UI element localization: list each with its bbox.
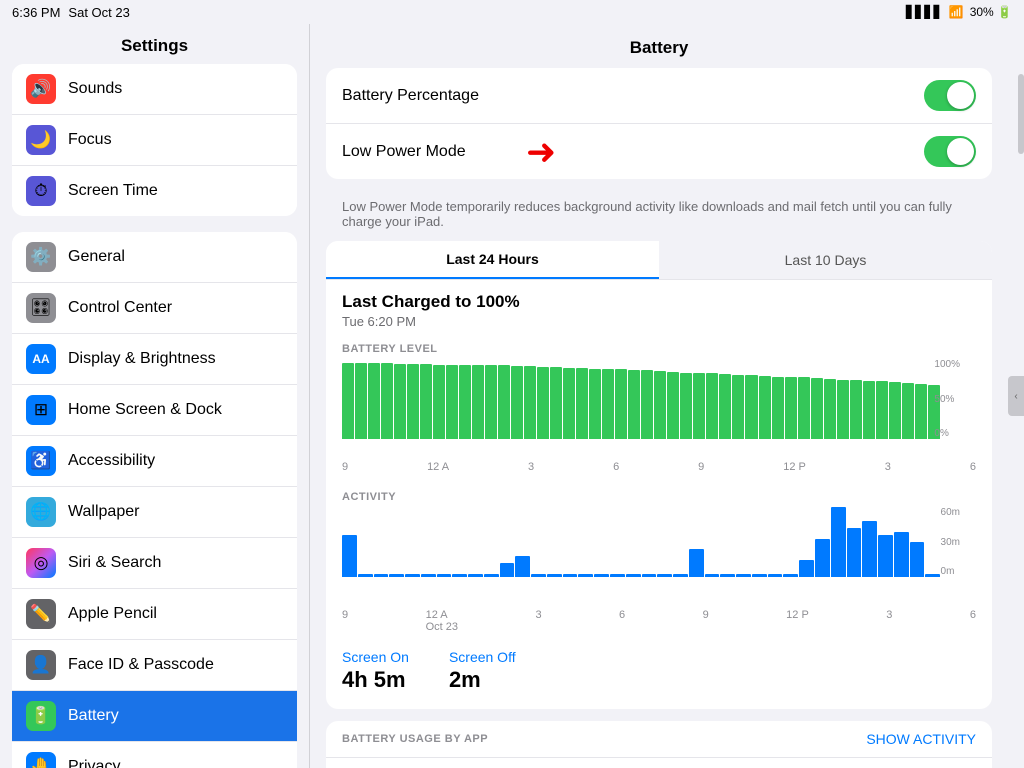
battery-percentage-toggle[interactable] xyxy=(924,80,976,111)
app-row-netflix: N Netflix Audio 70% xyxy=(326,758,992,768)
activity-x-labels: 9 12 AOct 23 3 6 9 12 P 3 6 xyxy=(326,607,992,641)
battery-label: Battery xyxy=(68,707,119,725)
home-screen-label: Home Screen & Dock xyxy=(68,401,222,419)
face-id-label: Face ID & Passcode xyxy=(68,656,214,674)
usage-title: BATTERY USAGE BY APP xyxy=(342,733,488,745)
screen-time-label: Screen Time xyxy=(68,182,158,200)
scroll-handle[interactable] xyxy=(1018,74,1024,154)
sidebar-item-home-screen[interactable]: ⊞ Home Screen & Dock xyxy=(12,385,297,436)
privacy-icon: 🤚 xyxy=(26,752,56,768)
wallpaper-icon: 🌐 xyxy=(26,497,56,527)
time-range-tabs: Last 24 Hours Last 10 Days xyxy=(326,241,992,280)
sounds-label: Sounds xyxy=(68,80,122,98)
sidebar-item-focus[interactable]: 🌙 Focus xyxy=(12,115,297,166)
battery-toggles-card: Battery Percentage Low Power Mode ➜ xyxy=(326,68,992,179)
display-label: Display & Brightness xyxy=(68,350,216,368)
status-icons: ▋▋▋▋ 📶 30% 🔋 xyxy=(906,5,1012,19)
battery-percentage-row: Battery Percentage xyxy=(326,68,992,124)
content-title: Battery xyxy=(310,24,1008,68)
screen-off-label: Screen Off xyxy=(449,649,516,665)
sidebar-item-siri[interactable]: ◎ Siri & Search xyxy=(12,538,297,589)
sidebar-item-privacy[interactable]: 🤚 Privacy xyxy=(12,742,297,768)
activity-chart: 60m 30m 0m xyxy=(326,507,992,607)
sidebar-section-2: ⚙️ General 🎛 Control Center AA Display &… xyxy=(12,232,297,768)
control-center-icon: 🎛 xyxy=(26,293,56,323)
face-id-icon: 👤 xyxy=(26,650,56,680)
screen-on-label: Screen On xyxy=(342,649,409,665)
siri-label: Siri & Search xyxy=(68,554,161,572)
sidebar-item-apple-pencil[interactable]: ✏️ Apple Pencil xyxy=(12,589,297,640)
battery-level-label: BATTERY LEVEL xyxy=(326,333,992,359)
status-time: 6:36 PM xyxy=(12,5,60,20)
sidebar-item-sounds[interactable]: 🔊 Sounds xyxy=(12,64,297,115)
battery-level-chart: 100% 50% 0% xyxy=(326,359,992,459)
scroll-area: ‹ xyxy=(1008,24,1024,768)
siri-icon: ◎ xyxy=(26,548,56,578)
display-icon: AA xyxy=(26,344,56,374)
sidebar-item-control-center[interactable]: 🎛 Control Center xyxy=(12,283,297,334)
charged-info: Last Charged to 100% Tue 6:20 PM xyxy=(326,280,992,333)
screen-off-stat: Screen Off 2m xyxy=(449,649,516,693)
sidebar-section-1: 🔊 Sounds 🌙 Focus ⏱ Screen Time xyxy=(12,64,297,216)
sidebar-item-display[interactable]: AA Display & Brightness xyxy=(12,334,297,385)
arrow-indicator: ➜ xyxy=(526,131,556,173)
sidebar-item-wallpaper[interactable]: 🌐 Wallpaper xyxy=(12,487,297,538)
battery-y-axis: 100% 50% 0% xyxy=(934,359,960,439)
battery-bars xyxy=(342,359,976,439)
tab-10d[interactable]: Last 10 Days xyxy=(659,241,992,279)
status-time-date: 6:36 PM Sat Oct 23 xyxy=(12,5,130,20)
content-area: Battery Battery Percentage Low Power Mod… xyxy=(310,24,1008,768)
battery-status: 30% 🔋 xyxy=(970,5,1012,19)
screen-stats: Screen On 4h 5m Screen Off 2m xyxy=(326,641,992,709)
sidebar-item-battery[interactable]: 🔋 Battery xyxy=(12,691,297,742)
status-date: Sat Oct 23 xyxy=(68,5,129,20)
battery-percentage-label: Battery Percentage xyxy=(342,87,479,105)
sidebar-collapse-handle[interactable]: ‹ xyxy=(1008,376,1024,416)
screen-on-stat: Screen On 4h 5m xyxy=(342,649,409,693)
privacy-label: Privacy xyxy=(68,758,120,768)
screen-on-value: 4h 5m xyxy=(342,667,409,693)
low-power-description: Low Power Mode temporarily reduces backg… xyxy=(326,191,992,241)
accessibility-label: Accessibility xyxy=(68,452,155,470)
screen-time-icon: ⏱ xyxy=(26,176,56,206)
screen-off-value: 2m xyxy=(449,667,516,693)
charged-title: Last Charged to 100% xyxy=(342,292,976,312)
show-activity-button[interactable]: SHOW ACTIVITY xyxy=(866,731,976,747)
control-center-label: Control Center xyxy=(68,299,172,317)
wifi-icon: 📶 xyxy=(949,5,964,19)
focus-label: Focus xyxy=(68,131,112,149)
sidebar: Settings 🔊 Sounds 🌙 Focus ⏱ Screen Time … xyxy=(0,24,310,768)
low-power-toggle[interactable] xyxy=(924,136,976,167)
apple-pencil-icon: ✏️ xyxy=(26,599,56,629)
status-bar: 6:36 PM Sat Oct 23 ▋▋▋▋ 📶 30% 🔋 xyxy=(0,0,1024,24)
activity-bars xyxy=(342,507,976,577)
accessibility-icon: ♿ xyxy=(26,446,56,476)
home-screen-icon: ⊞ xyxy=(26,395,56,425)
usage-header: BATTERY USAGE BY APP SHOW ACTIVITY xyxy=(326,721,992,758)
sounds-icon: 🔊 xyxy=(26,74,56,104)
battery-icon: 🔋 xyxy=(26,701,56,731)
tab-24h[interactable]: Last 24 Hours xyxy=(326,241,659,279)
apple-pencil-label: Apple Pencil xyxy=(68,605,157,623)
sidebar-item-general[interactable]: ⚙️ General xyxy=(12,232,297,283)
charged-sub: Tue 6:20 PM xyxy=(342,314,976,329)
battery-x-labels: 9 12 A 3 6 9 12 P 3 6 xyxy=(326,459,992,481)
general-icon: ⚙️ xyxy=(26,242,56,272)
battery-chart-card: Last 24 Hours Last 10 Days Last Charged … xyxy=(326,241,992,709)
low-power-row: Low Power Mode ➜ xyxy=(326,124,992,179)
sidebar-item-accessibility[interactable]: ♿ Accessibility xyxy=(12,436,297,487)
activity-label: ACTIVITY xyxy=(326,481,992,507)
activity-y-axis: 60m 30m 0m xyxy=(941,507,960,577)
sidebar-item-face-id[interactable]: 👤 Face ID & Passcode xyxy=(12,640,297,691)
signal-icon: ▋▋▋▋ xyxy=(906,5,943,19)
wallpaper-label: Wallpaper xyxy=(68,503,139,521)
general-label: General xyxy=(68,248,125,266)
low-power-label: Low Power Mode xyxy=(342,143,466,161)
app-usage-card: BATTERY USAGE BY APP SHOW ACTIVITY N Net… xyxy=(326,721,992,768)
sidebar-item-screen-time[interactable]: ⏱ Screen Time xyxy=(12,166,297,216)
sidebar-title: Settings xyxy=(0,24,309,64)
focus-icon: 🌙 xyxy=(26,125,56,155)
